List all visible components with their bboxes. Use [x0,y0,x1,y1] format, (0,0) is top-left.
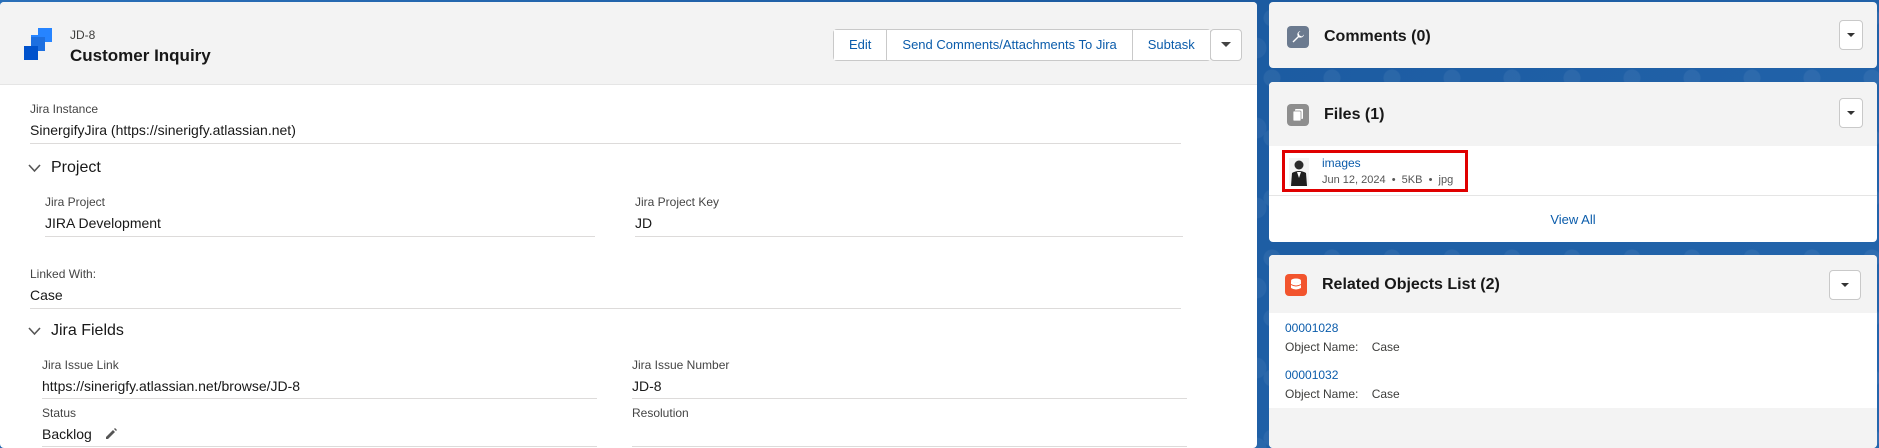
file-meta: Jun 12, 2024 • 5KB • jpg [1322,174,1454,186]
jira-project-key-value: JD [635,215,653,231]
divider [42,398,597,399]
related-item-field-value: Case [1371,387,1400,401]
files-menu-dropdown[interactable] [1839,98,1863,128]
related-item-field-label: Object Name: [1285,340,1359,354]
project-section-title: Project [51,159,101,176]
jira-project-label: Jira Project [45,195,106,209]
jira-instance-label: Jira Instance [30,102,99,116]
send-comments-attachments-button[interactable]: Send Comments/Attachments To Jira [887,30,1133,60]
chevron-down-icon [1847,32,1855,37]
project-section-toggle[interactable]: Project [28,159,101,177]
resolution-label: Resolution [632,406,689,420]
related-objects-title: Related Objects List (2) [1322,276,1500,293]
subtask-button[interactable]: Subtask [1132,30,1210,60]
chevron-down-icon [1841,282,1849,287]
related-card-footer [1269,408,1877,448]
jira-fields-section-toggle[interactable]: Jira Fields [28,322,124,340]
comments-card: Comments (0) [1269,2,1877,68]
chevron-down-icon [28,326,41,335]
jira-issue-number-label: Jira Issue Number [632,358,730,372]
status-value: Backlog [42,426,92,442]
jira-issue-link[interactable]: https://sinerigfy.atlassian.net/browse/J… [42,378,300,394]
pencil-edit-icon[interactable] [104,427,118,441]
related-card-header: Related Objects List (2) [1285,274,1877,296]
view-all-files-link[interactable]: View All [1269,212,1877,227]
related-item-field-label: Object Name: [1285,387,1359,401]
files-icon [1287,104,1309,126]
related-item-field: Object Name: Case [1285,387,1400,401]
file-name-link[interactable]: images [1322,156,1361,170]
chevron-down-icon [1847,110,1855,115]
chevron-down-icon [28,163,41,172]
related-item-link[interactable]: 00001028 [1285,321,1338,335]
wrench-icon [1287,26,1309,48]
status-label: Status [42,406,77,420]
comments-title: Comments (0) [1324,28,1431,45]
more-actions-dropdown[interactable] [1210,29,1242,61]
record-detail-panel: JD-8 Customer Inquiry Edit Send Comments… [0,2,1257,448]
record-header: JD-8 Customer Inquiry Edit Send Comments… [0,2,1257,85]
database-icon [1285,274,1307,296]
jira-issue-number-value: JD-8 [632,378,662,394]
divider [30,143,1181,144]
comments-menu-dropdown[interactable] [1839,20,1863,50]
divider [1269,195,1877,196]
jira-project-value: JIRA Development [45,215,161,231]
file-thumbnail-image [1289,158,1309,186]
files-card-header: Files (1) [1287,104,1877,126]
related-item-link[interactable]: 00001032 [1285,368,1338,382]
related-objects-card: Related Objects List (2) 00001028 Object… [1269,255,1877,448]
divider [635,236,1183,237]
action-button-group: Edit Send Comments/Attachments To Jira S… [833,29,1211,61]
linked-with-value: Case [30,287,63,303]
jira-instance-value: SinergifyJira (https://sinerigfy.atlassi… [30,122,296,138]
jira-fields-section-title: Jira Fields [51,322,124,339]
files-title: Files (1) [1324,106,1385,123]
edit-button[interactable]: Edit [834,30,888,60]
divider [30,308,1181,309]
comments-card-header: Comments (0) [1287,26,1877,48]
divider [42,446,597,447]
jira-issue-link-label: Jira Issue Link [42,358,119,372]
related-item-field-value: Case [1371,340,1400,354]
linked-with-label: Linked With: [30,267,97,281]
related-menu-dropdown[interactable] [1829,270,1861,300]
files-card: Files (1) images Jun 12, 2024 • 5KB • jp… [1269,82,1877,242]
record-key: JD-8 [70,28,96,42]
record-title: Customer Inquiry [70,46,211,65]
jira-logo-icon [24,28,52,60]
divider [632,398,1187,399]
divider [45,236,595,237]
jira-project-key-label: Jira Project Key [635,195,720,209]
chevron-down-icon [1221,42,1231,47]
status-field: Backlog [42,426,118,442]
divider [632,446,1187,447]
file-item-highlight[interactable]: images Jun 12, 2024 • 5KB • jpg [1282,150,1468,192]
related-item-field: Object Name: Case [1285,340,1400,354]
